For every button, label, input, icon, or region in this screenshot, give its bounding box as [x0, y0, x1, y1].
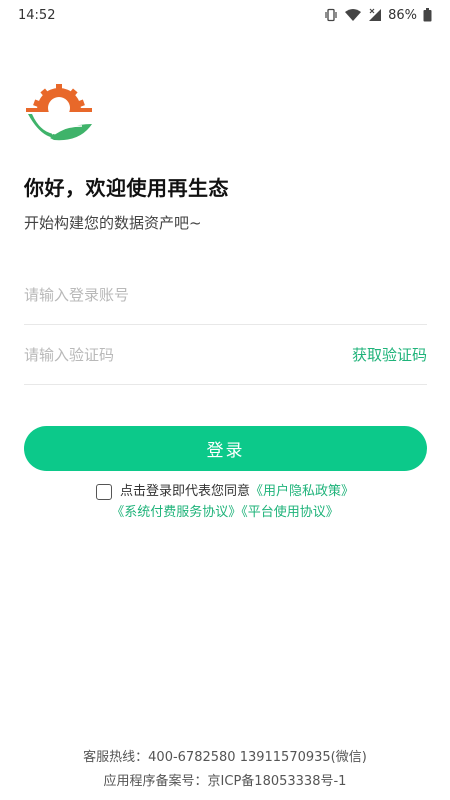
- agreement-block: 点击登录即代表您同意 《用户隐私政策》 《系统付费服务协议》《平台使用协议》: [0, 481, 450, 523]
- status-icons: 86%: [324, 8, 432, 23]
- code-field: 获取验证码: [24, 325, 427, 385]
- status-time: 14:52: [18, 7, 56, 23]
- get-code-button[interactable]: 获取验证码: [352, 344, 427, 365]
- page-title: 你好，欢迎使用再生态: [24, 176, 229, 200]
- login-button[interactable]: 登录: [24, 426, 427, 471]
- privacy-policy-link[interactable]: 《用户隐私政策》: [250, 481, 354, 502]
- verification-code-input[interactable]: [24, 345, 352, 364]
- status-bar: 14:52 86%: [0, 0, 450, 30]
- sun-leaf-logo-icon: [26, 84, 92, 141]
- customer-hotline: 客服热线：400-6782580 13911570935(微信): [83, 750, 367, 765]
- signal-icon: [368, 8, 382, 22]
- app-logo: [24, 84, 94, 142]
- payment-agreement-link[interactable]: 《系统付费服务协议》: [111, 505, 241, 520]
- platform-agreement-link[interactable]: 《平台使用协议》: [241, 505, 339, 520]
- battery-icon: [423, 8, 432, 22]
- account-input[interactable]: [24, 285, 427, 304]
- page-subtitle: 开始构建您的数据资产吧~: [24, 214, 202, 232]
- vibrate-icon: [324, 8, 338, 22]
- account-field: [24, 265, 427, 325]
- agree-checkbox[interactable]: [95, 483, 112, 500]
- wifi-icon: [344, 8, 362, 22]
- battery-percent: 86%: [388, 7, 417, 23]
- icp-record: 应用程序备案号：京ICP备18053338号-1: [103, 774, 347, 789]
- agreement-prefix: 点击登录即代表您同意: [119, 484, 250, 499]
